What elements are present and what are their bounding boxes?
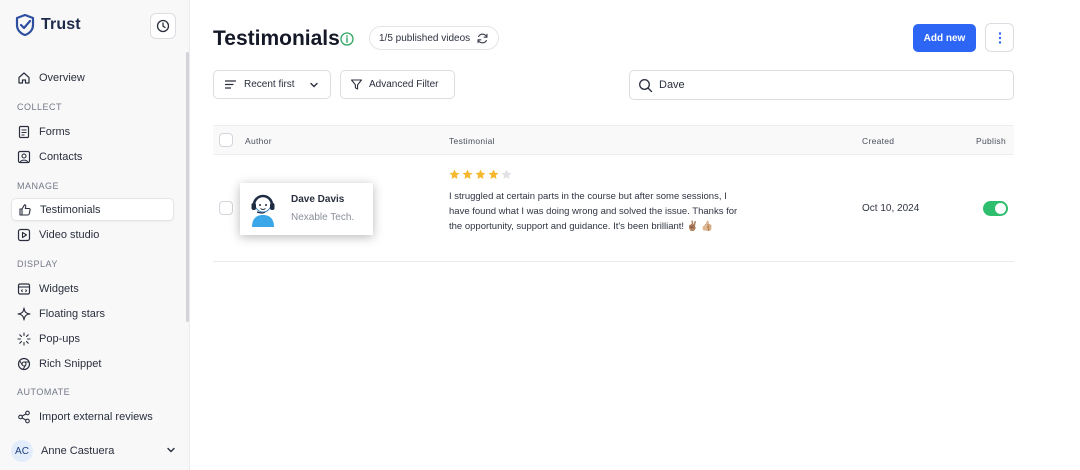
thumbs-up-icon (19, 203, 31, 216)
section-label-display: DISPLAY (17, 259, 58, 269)
chevron-down-icon (167, 447, 175, 453)
shield-check-icon (15, 14, 35, 36)
author-company: Nexable Tech. (291, 212, 355, 223)
sidebar-item-video-studio[interactable]: Video studio (11, 223, 174, 246)
star-filled-icon (462, 169, 473, 179)
publish-toggle[interactable] (983, 201, 1008, 216)
user-menu[interactable]: AC Anne Castuera (11, 439, 179, 463)
search-icon (639, 78, 653, 92)
sidebar-item-overview[interactable]: Overview (11, 66, 174, 89)
row-checkbox[interactable] (219, 201, 233, 215)
select-all-checkbox[interactable] (219, 133, 233, 147)
search-input[interactable] (659, 79, 999, 91)
home-icon (18, 71, 30, 84)
info-icon[interactable] (340, 32, 354, 46)
section-label-collect: COLLECT (17, 102, 63, 112)
column-created[interactable]: Created (862, 136, 894, 146)
page-title: Testimonials (213, 27, 340, 50)
search-box[interactable] (629, 70, 1014, 100)
column-publish[interactable]: Publish (976, 136, 1006, 146)
published-videos-badge: 1/5 published videos (369, 26, 500, 50)
sidebar-item-label: Floating stars (39, 307, 106, 320)
google-icon (17, 357, 31, 370)
star-filled-icon (449, 169, 460, 179)
sidebar-scrollbar[interactable] (186, 52, 189, 322)
sidebar-item-label: Import external reviews (39, 410, 153, 423)
column-testimonial[interactable]: Testimonial (449, 136, 495, 146)
loader-icon (17, 331, 31, 346)
more-vertical-icon (998, 31, 1001, 44)
sidebar-item-label: Pop-ups (39, 332, 80, 345)
sidebar-item-testimonials[interactable]: Testimonials (11, 198, 174, 221)
star-empty-icon (501, 169, 512, 179)
contact-icon (17, 150, 31, 163)
advanced-filter-button[interactable]: Advanced Filter (340, 70, 455, 99)
sidebar-item-rich-snippet[interactable]: Rich Snippet (11, 352, 174, 375)
add-new-button[interactable]: Add new (913, 24, 976, 52)
star-filled-icon (488, 169, 499, 179)
star-filled-icon (475, 169, 486, 179)
author-card[interactable]: Dave Davis Nexable Tech. (240, 183, 373, 235)
author-name: Dave Davis (291, 194, 345, 205)
sidebar: Trust Overview COLLECT Forms Contacts MA… (0, 0, 190, 470)
sort-dropdown[interactable]: Recent first (213, 70, 331, 99)
sidebar-item-label: Testimonials (40, 203, 101, 216)
widget-icon (17, 282, 31, 295)
avatar: AC (11, 440, 33, 462)
sidebar-item-floating-stars[interactable]: Floating stars (11, 302, 174, 325)
sort-lines-icon (224, 80, 237, 89)
more-options-button[interactable] (985, 23, 1014, 52)
sidebar-item-widgets[interactable]: Widgets (11, 277, 174, 300)
chevron-down-icon (310, 82, 318, 87)
column-author[interactable]: Author (245, 136, 272, 146)
sidebar-item-contacts[interactable]: Contacts (11, 145, 174, 168)
testimonial-text: I struggled at certain parts in the cour… (449, 191, 738, 232)
sparkle-icon (17, 306, 31, 321)
video-icon (17, 228, 31, 241)
form-icon (18, 125, 30, 138)
brand-name: Trust (41, 16, 81, 33)
sidebar-item-label: Contacts (39, 150, 83, 163)
sidebar-item-label: Video studio (39, 228, 100, 241)
share-icon (18, 410, 30, 423)
sidebar-item-import-reviews[interactable]: Import external reviews (11, 405, 174, 428)
sidebar-item-label: Widgets (39, 282, 79, 295)
table-header: Author Testimonial Created Publish (213, 125, 1014, 155)
history-icon (156, 19, 170, 33)
sidebar-item-forms[interactable]: Forms (11, 120, 174, 143)
user-name: Anne Castuera (41, 445, 115, 457)
history-button[interactable] (150, 13, 176, 39)
published-videos-label: 1/5 published videos (379, 32, 471, 44)
section-label-manage: MANAGE (17, 181, 60, 191)
sidebar-item-label: Rich Snippet (39, 357, 102, 370)
brand-logo[interactable]: Trust (15, 14, 81, 36)
star-rating (449, 169, 512, 180)
refresh-icon[interactable] (476, 32, 489, 45)
filter-label: Advanced Filter (369, 79, 439, 90)
sidebar-item-label: Overview (39, 71, 85, 84)
sort-label: Recent first (244, 79, 295, 90)
sidebar-item-label: Forms (39, 125, 71, 138)
created-date: Oct 10, 2024 (862, 203, 920, 214)
section-label-automate: AUTOMATE (17, 387, 71, 397)
table-row[interactable]: Dave Davis Nexable Tech. I struggled at … (213, 156, 1014, 262)
author-avatar (251, 194, 275, 227)
filter-icon (350, 79, 363, 90)
sidebar-item-popups[interactable]: Pop-ups (11, 327, 174, 350)
